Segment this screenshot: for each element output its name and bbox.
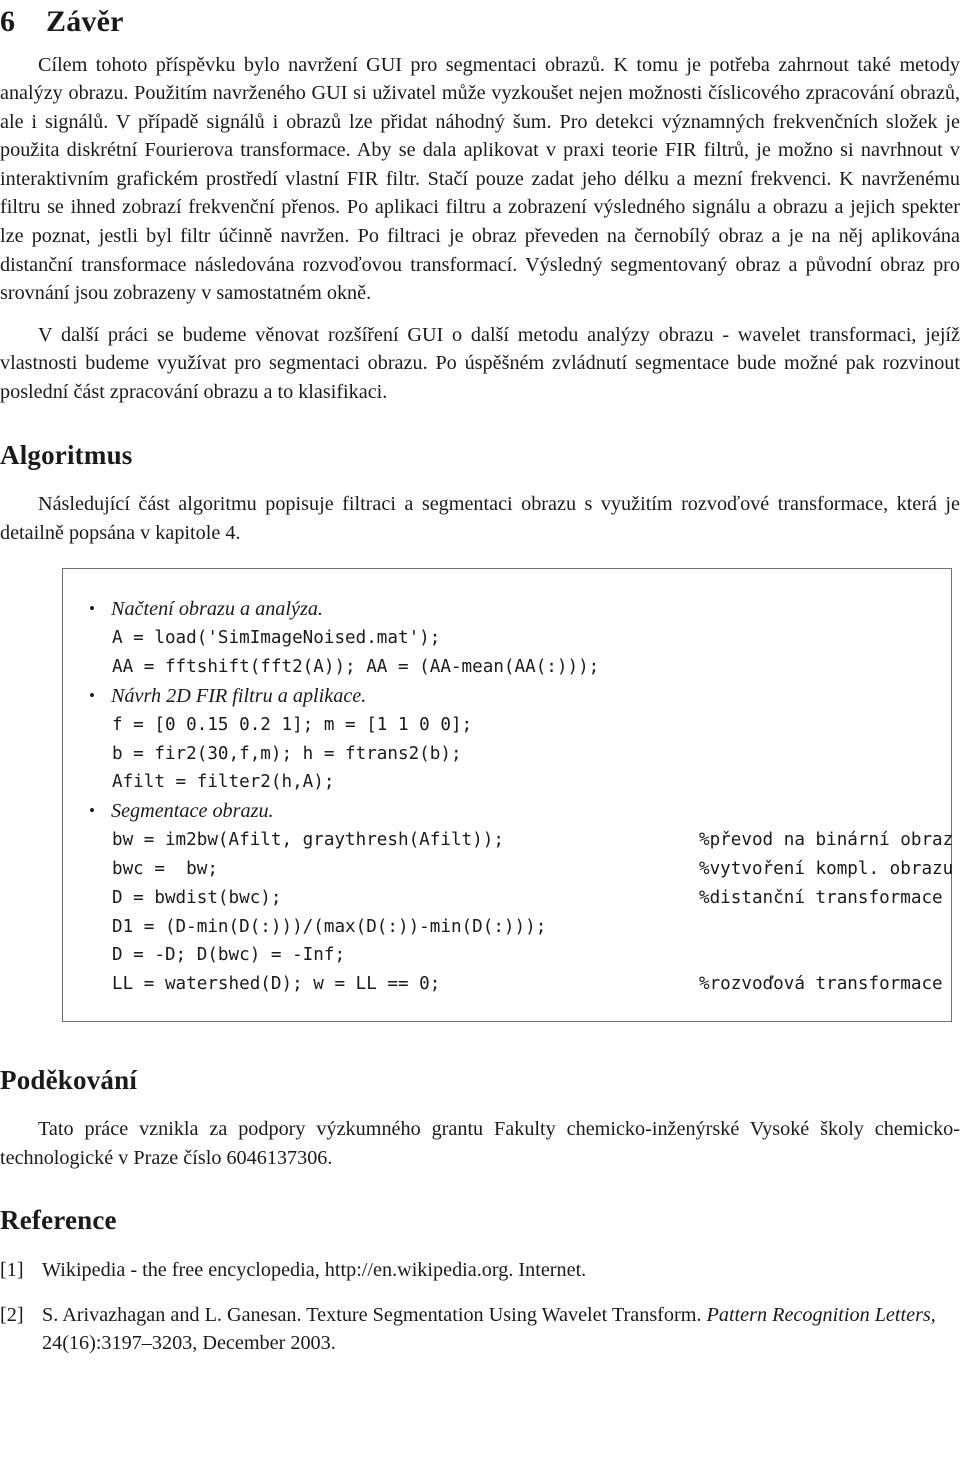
section-number: 6 [0,5,16,38]
acknowledgement-paragraph: Tato práce vznikla za podpory výzkumného… [0,1118,960,1169]
algorithm-step-title: Načtení obrazu a analýza. [89,594,941,624]
code-text: Afilt = filter2(h,A); [112,772,335,793]
algorithm-intro-paragraph: Následující část algoritmu popisuje filt… [0,492,960,544]
algorithm-heading: Algoritmus [0,439,133,470]
code-line: b = fir2(30,f,m); h = ftrans2(b); [111,740,941,769]
algorithm-code-box: Načtení obrazu a analýza. A = load('SimIm… [62,568,953,1022]
algorithm-step: Návrh 2D FIR filtru a aplikace. f = [0 0.… [89,681,941,797]
code-line: A = load('SimImageNoised.mat'); [111,624,941,653]
reference-journal-title: Pattern Recognition Letters [706,1303,931,1326]
algorithm-step: Segmentace obrazu.bw = im2bw(Afilt, gray… [89,796,953,999]
code-text: A = load('SimImageNoised.mat'); [112,628,441,649]
conclusion-paragraph-2: V další práci se budeme věnovat rozšířen… [0,323,960,404]
code-text: LL = watershed(D); w = LL == 0; [112,974,441,995]
page-title: 6 Závěr [0,0,960,38]
code-line: f = [0 0.15 0.2 1]; m = [1 1 0 0]; [111,711,941,740]
code-text: AA = fftshift(fft2(A)); AA = (AA-mean(AA… [112,656,600,677]
acknowledgement-heading: Poděkování [0,1064,138,1095]
conclusion-paragraph-1: Cílem tohoto příspěvku bylo navržení GUI… [0,53,960,305]
code-comment: %vytvoření kompl. obrazu [699,858,954,879]
code-line: LL = watershed(D); w = LL == 0; %rozvoďov… [111,970,943,999]
code-text: bw = im2bw(Afilt, graythresh(Afilt)); [112,830,504,851]
algorithm-step-title: Segmentace obrazu. [89,796,941,826]
reference-text-plain: Wikipedia - the free encyclopedia, http:… [42,1258,587,1281]
reference-label: [2] [0,1303,24,1326]
code-line: D1 = (D-min(D(:)))/(max(D(:))-min(D(:)))… [111,913,941,942]
code-line: AA = fftshift(fft2(A)); AA = (AA-mean(AA… [111,653,941,682]
code-text: f = [0 0.15 0.2 1]; m = [1 1 0 0]; [112,714,473,735]
references-heading: Reference [0,1205,117,1236]
reference-item: [1] Wikipedia - the free encyclopedia, ht… [0,1256,960,1285]
reference-item: [2] S. Arivazhagan and L. Ganesan. Textur… [0,1301,960,1359]
algorithm-step: Načtení obrazu a analýza. A = load('SimIm… [89,594,941,682]
code-text: D1 = (D-min(D(:)))/(max(D(:))-min(D(:)))… [112,916,547,937]
code-line: D = -D; D(bwc) = -Inf; [111,941,941,970]
reference-text: Wikipedia - the free encyclopedia, http:… [42,1256,960,1285]
code-text: bwc = bw; [112,858,218,879]
code-line: Afilt = filter2(h,A); [111,768,941,797]
code-line: D = bwdist(bwc); %distanční transformace [111,884,943,913]
section-title: Závěr [46,5,124,38]
algorithm-step-list: Načtení obrazu a analýza. A = load('SimIm… [73,594,953,999]
code-comment: %distanční transformace [699,887,943,908]
reference-list: [1] Wikipedia - the free encyclopedia, ht… [0,1256,960,1358]
reference-label: [1] [0,1258,24,1281]
code-text: D = bwdist(bwc); [112,887,282,908]
code-line: bwc = bw; %vytvoření kompl. obrazu [111,855,953,884]
reference-text: S. Arivazhagan and L. Ganesan. Texture S… [42,1301,960,1359]
document-page: 6 Závěr Cílem tohoto příspěvku bylo navrž… [0,0,960,1466]
reference-text-plain: S. Arivazhagan and L. Ganesan. Texture S… [42,1303,707,1326]
code-comment: %převod na binární obraz [699,830,954,851]
code-text: D = -D; D(bwc) = -Inf; [112,945,346,966]
code-comment: %rozvoďová transformace [699,974,943,995]
code-text: b = fir2(30,f,m); h = ftrans2(b); [112,743,462,764]
code-line: bw = im2bw(Afilt, graythresh(Afilt)); %př… [111,826,953,855]
algorithm-step-title: Návrh 2D FIR filtru a aplikace. [89,681,941,711]
